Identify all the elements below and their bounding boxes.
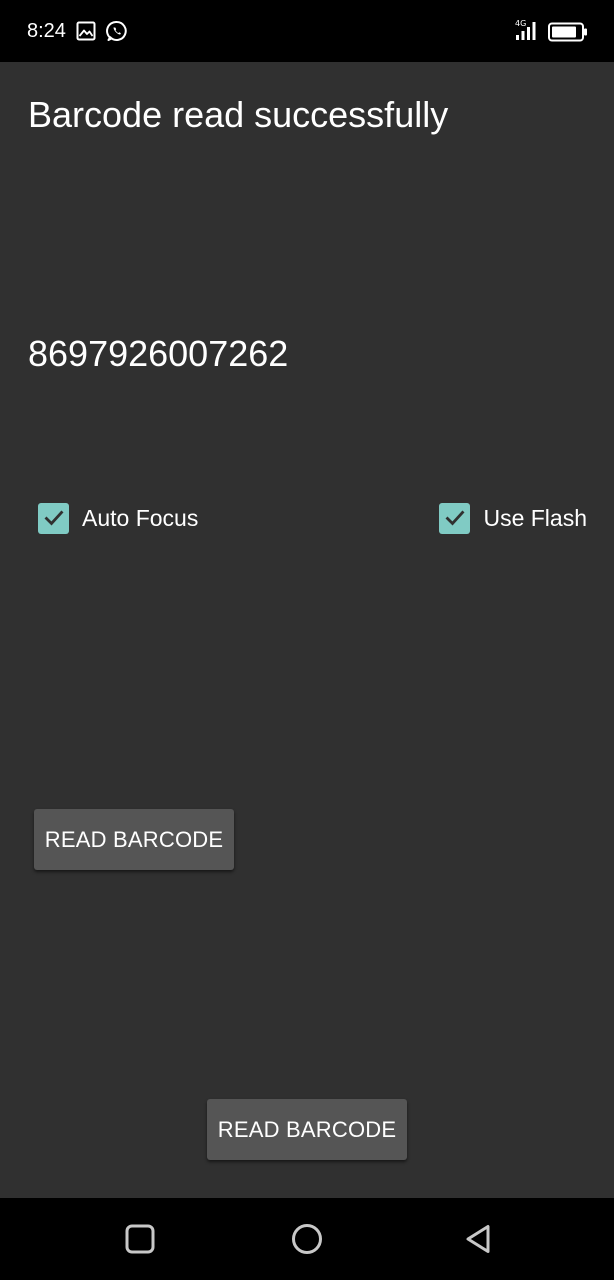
page-title: Barcode read successfully <box>28 94 449 135</box>
status-time: 8:24 <box>27 20 66 42</box>
home-icon[interactable] <box>290 1222 324 1256</box>
status-bar: 8:24 4G <box>0 0 614 62</box>
auto-focus-label: Auto Focus <box>82 505 199 531</box>
svg-text:4G: 4G <box>515 19 526 28</box>
battery-icon <box>548 22 587 42</box>
read-barcode-button-bottom[interactable]: READ BARCODE <box>207 1099 407 1160</box>
read-barcode-button[interactable]: READ BARCODE <box>34 809 234 870</box>
checkbox-checked-icon[interactable] <box>439 502 471 534</box>
screen: 8:24 4G Barcode read successfully 869792… <box>0 0 614 1280</box>
use-flash-label: Use Flash <box>483 505 587 531</box>
signal-icon: 4G <box>515 19 536 40</box>
use-flash-checkbox[interactable]: Use Flash <box>439 502 587 534</box>
gallery-icon <box>76 21 96 41</box>
back-icon[interactable] <box>462 1222 496 1256</box>
whatsapp-icon <box>106 20 127 41</box>
auto-focus-checkbox[interactable]: Auto Focus <box>38 502 198 534</box>
checkbox-checked-icon[interactable] <box>38 502 69 534</box>
recents-icon[interactable] <box>123 1222 157 1256</box>
navigation-bar <box>0 1198 614 1280</box>
barcode-value: 8697926007262 <box>28 333 289 374</box>
